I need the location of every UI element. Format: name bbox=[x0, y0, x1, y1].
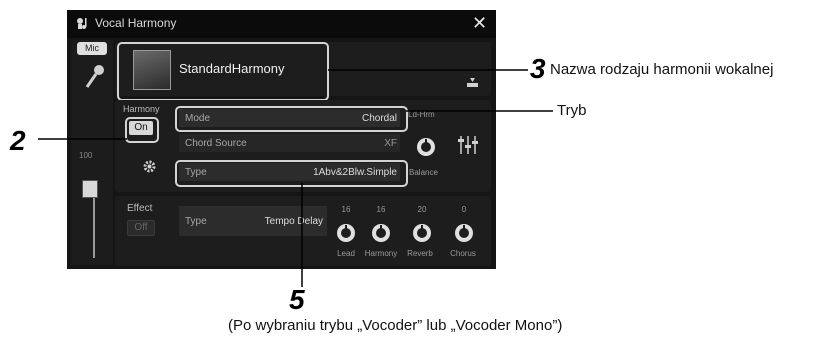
callout-3-text: Nazwa rodzaju harmonii wokalnej bbox=[550, 61, 774, 78]
callout-5-number: 5 bbox=[289, 284, 305, 315]
callout-2-number: 2 bbox=[10, 125, 26, 156]
callout-3-number: 3 bbox=[530, 53, 546, 84]
callout-5-text: (Po wybraniu trybu „Vocoder” lub „Vocode… bbox=[228, 317, 563, 334]
callout-mode-text: Tryb bbox=[557, 102, 587, 119]
leader-lines bbox=[38, 69, 553, 287]
